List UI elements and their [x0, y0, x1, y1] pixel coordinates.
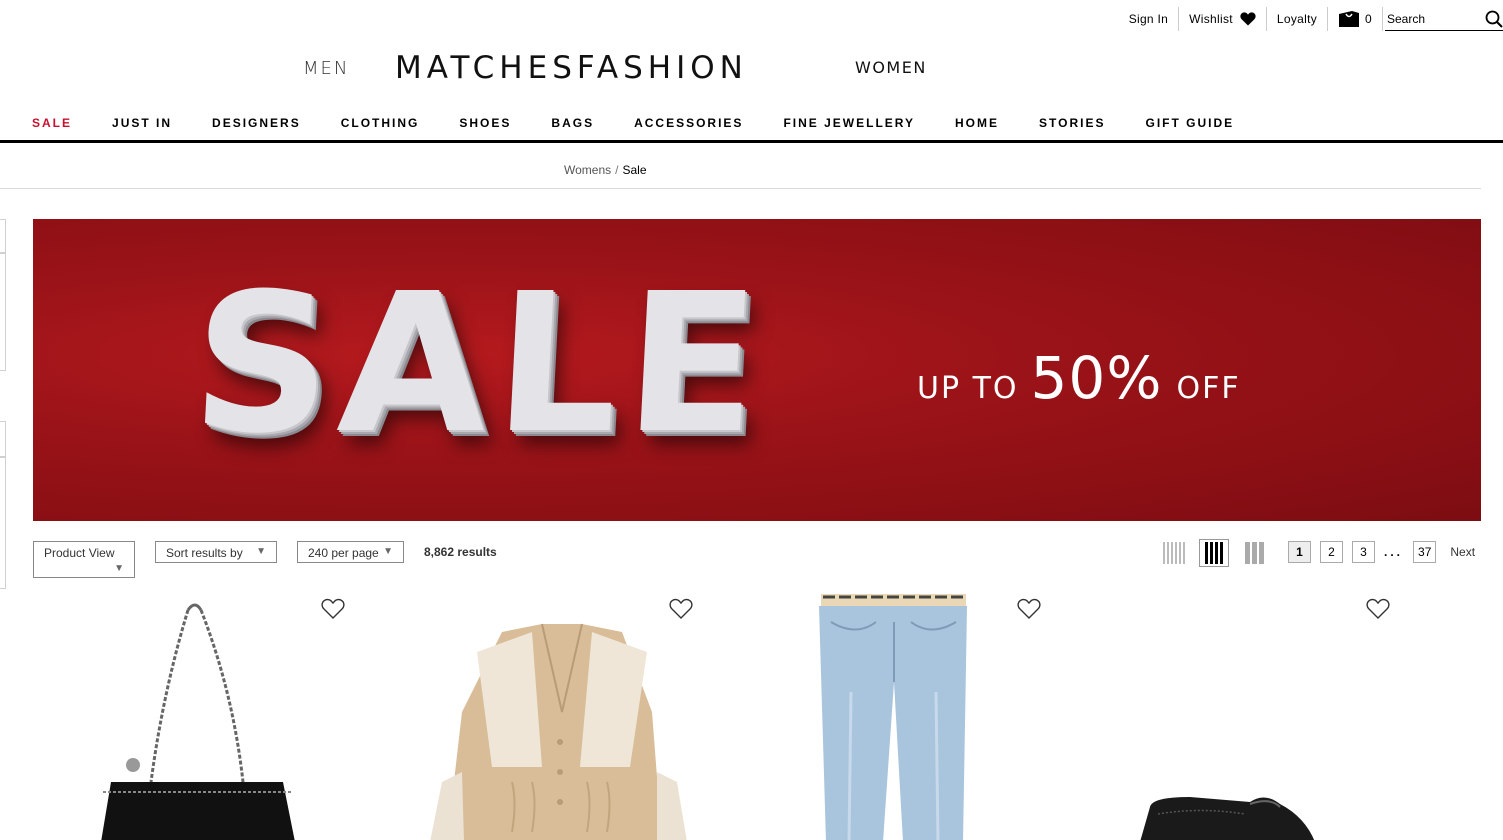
banner-headline: SALE — [187, 253, 772, 476]
page-button[interactable]: 2 — [1320, 541, 1343, 563]
nav-item-home[interactable]: HOME — [955, 116, 999, 140]
loyalty-label: Loyalty — [1276, 12, 1318, 26]
grid-medium-icon[interactable] — [1199, 539, 1229, 567]
grid-large-icon[interactable] — [1239, 539, 1269, 567]
offer-value: 50% — [1030, 344, 1163, 412]
search-input[interactable] — [1387, 11, 1477, 26]
brand-row: MEN MATCHESFASHION WOMEN — [0, 50, 1503, 86]
filter-panel-edge[interactable] — [0, 457, 6, 589]
search-box — [1385, 7, 1503, 31]
sort-select[interactable]: Sort results by ▼ — [155, 541, 277, 563]
jeans-image — [819, 594, 967, 840]
filter-panel-edge[interactable] — [0, 421, 6, 457]
results-count: 8,862 results — [424, 545, 497, 559]
filter-panel-edge[interactable] — [0, 253, 6, 371]
grid-small-icon[interactable] — [1159, 539, 1189, 567]
nav-item-bags[interactable]: BAGS — [551, 116, 594, 140]
dropdown-arrow-icon: ▼ — [114, 563, 124, 574]
sale-banner[interactable]: SALE UP TO 50% OFF — [33, 219, 1481, 521]
sign-in-link[interactable]: Sign In — [1119, 7, 1180, 31]
page-button-last[interactable]: 37 — [1413, 541, 1437, 563]
offer-prefix: UP TO — [917, 371, 1019, 406]
page-button[interactable]: 3 — [1352, 541, 1375, 563]
per-page-select[interactable]: 240 per page ▼ — [297, 541, 404, 563]
main-nav: SALE JUST IN DESIGNERS CLOTHING SHOES BA… — [0, 116, 1503, 143]
sign-in-label: Sign In — [1128, 12, 1169, 26]
breadcrumb-womens[interactable]: Womens — [564, 163, 611, 177]
bag-count: 0 — [1365, 12, 1372, 26]
product-grid — [33, 592, 1481, 840]
pagination-ellipsis: ... — [1384, 545, 1404, 559]
pagination: 1 2 3 ... 37 Next — [1288, 541, 1475, 563]
product-card[interactable] — [1080, 592, 1425, 840]
utility-bar: Sign In Wishlist Loyalty 0 — [1119, 0, 1503, 38]
per-page-label: 240 per page — [308, 546, 379, 560]
heart-icon — [1240, 12, 1256, 26]
product-card[interactable] — [731, 592, 1076, 840]
wishlist-label: Wishlist — [1189, 12, 1233, 26]
product-card[interactable] — [382, 592, 727, 840]
breadcrumb-separator: / — [615, 163, 619, 177]
site-logo[interactable]: MATCHESFASHION — [395, 50, 748, 86]
nav-item-gift-guide[interactable]: GIFT GUIDE — [1145, 116, 1234, 140]
nav-item-shoes[interactable]: SHOES — [459, 116, 511, 140]
nav-item-just-in[interactable]: JUST IN — [112, 116, 172, 140]
breadcrumb-divider — [0, 188, 1481, 189]
tote-bag-image — [101, 603, 295, 840]
product-view-label: Product View — [44, 546, 115, 560]
shopping-bag-button[interactable]: 0 — [1328, 7, 1383, 31]
nav-item-fine-jewellery[interactable]: FINE JEWELLERY — [783, 116, 915, 140]
dropdown-arrow-icon: ▼ — [256, 546, 266, 557]
loyalty-link[interactable]: Loyalty — [1267, 7, 1329, 31]
product-card[interactable] — [33, 592, 378, 840]
listing-toolbar: Product View ▼ Sort results by ▼ 240 per… — [33, 539, 1483, 579]
wishlist-link[interactable]: Wishlist — [1179, 7, 1267, 31]
breadcrumb-current: Sale — [622, 163, 647, 177]
women-link[interactable]: WOMEN — [855, 58, 927, 77]
nav-item-designers[interactable]: DESIGNERS — [212, 116, 301, 140]
page-button[interactable]: 1 — [1288, 541, 1311, 563]
sort-label: Sort results by — [166, 546, 243, 560]
dropdown-arrow-icon: ▼ — [383, 546, 393, 557]
shopping-bag-icon — [1339, 11, 1360, 27]
next-page-link[interactable]: Next — [1450, 545, 1475, 559]
breadcrumb: Womens / Sale — [564, 163, 647, 177]
grid-size-toggle — [1159, 539, 1269, 567]
nav-item-stories[interactable]: STORIES — [1039, 116, 1105, 140]
knit-cardigan-image — [430, 623, 687, 840]
banner-offer: UP TO 50% OFF — [917, 344, 1241, 412]
nav-item-sale[interactable]: SALE — [32, 116, 72, 140]
nav-item-clothing[interactable]: CLOTHING — [341, 116, 420, 140]
men-link[interactable]: MEN — [303, 58, 349, 79]
nav-item-accessories[interactable]: ACCESSORIES — [634, 116, 743, 140]
offer-suffix: OFF — [1176, 371, 1241, 406]
filter-panel-edge[interactable] — [0, 219, 6, 253]
brogue-shoe-image — [1140, 797, 1315, 840]
search-icon[interactable] — [1485, 10, 1503, 28]
product-view-select[interactable]: Product View ▼ — [33, 541, 135, 578]
